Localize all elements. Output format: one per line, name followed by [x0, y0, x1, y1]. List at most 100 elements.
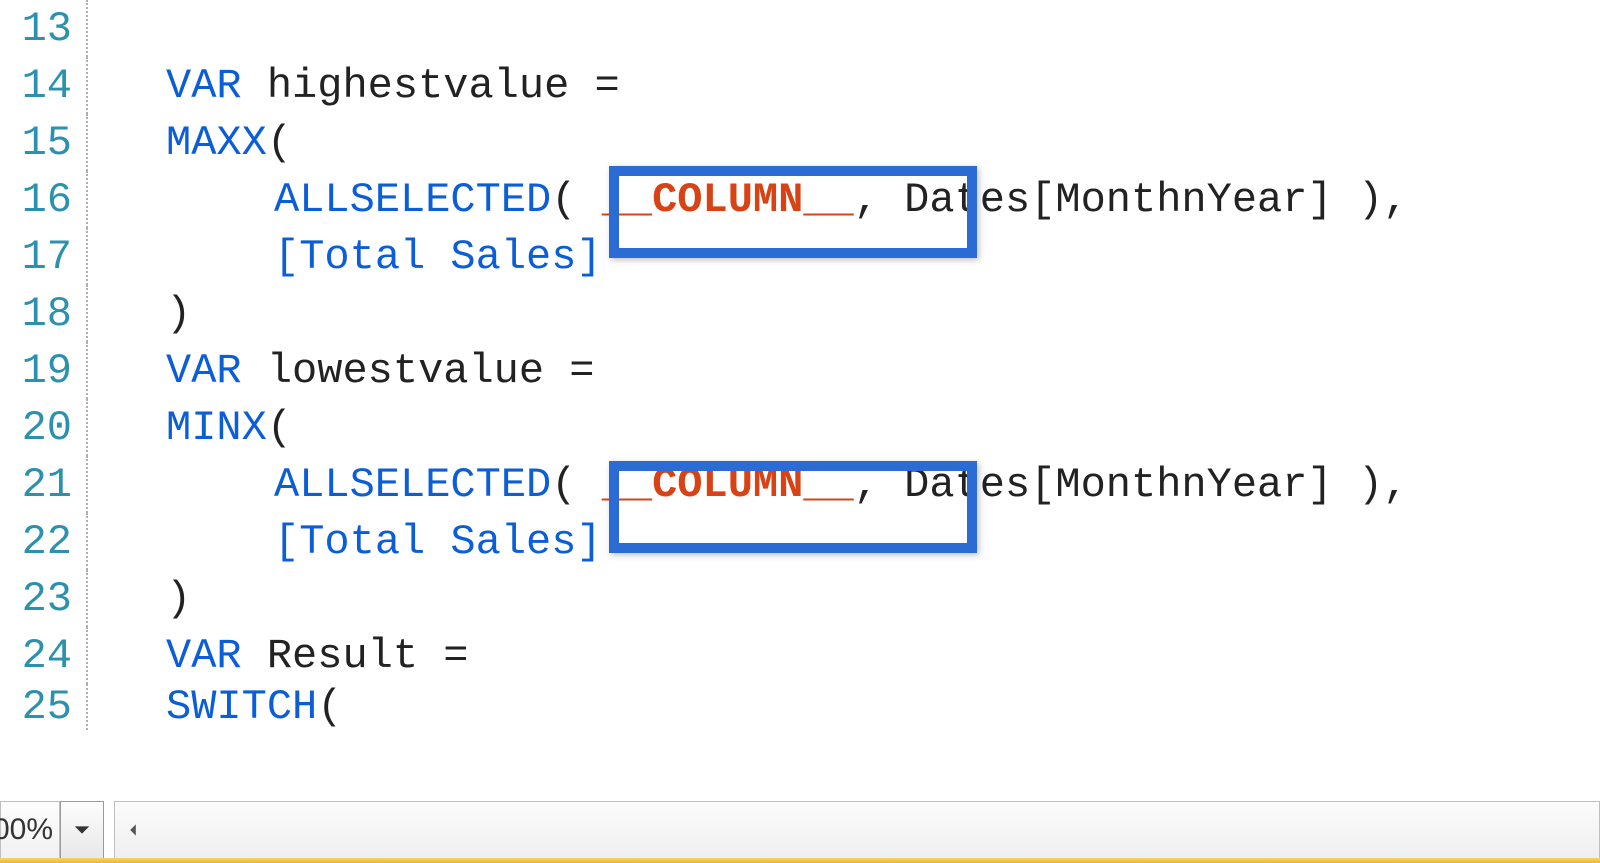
horizontal-scrollbar[interactable] — [114, 801, 1600, 859]
status-bar: 00% — [0, 801, 1600, 859]
line-number: 17 — [0, 233, 80, 281]
code-content[interactable]: ALLSELECTED( __COLUMN__, Dates[MonthnYea… — [94, 176, 1600, 224]
line-number: 18 — [0, 290, 80, 338]
space — [576, 461, 601, 509]
zoom-dropdown-button[interactable] — [60, 801, 104, 859]
gutter-separator — [80, 570, 88, 627]
gutter-separator — [80, 228, 88, 285]
template-parameter: __COLUMN__ — [602, 461, 854, 509]
column-ref: [MonthnYear] — [1030, 461, 1332, 509]
equals: = — [569, 62, 619, 110]
close-paren-comma: ), — [1333, 461, 1409, 509]
line-number: 21 — [0, 461, 80, 509]
line-number: 13 — [0, 5, 80, 53]
gutter-separator — [80, 171, 88, 228]
keyword-var: VAR — [166, 62, 242, 110]
paren-open: ( — [267, 404, 292, 452]
gutter-separator — [80, 0, 88, 57]
code-content[interactable]: SWITCH( — [94, 683, 1600, 731]
code-line[interactable]: 23 ) — [0, 570, 1600, 627]
code-line[interactable]: 16 ALLSELECTED( __COLUMN__, Dates[Monthn… — [0, 171, 1600, 228]
zoom-level[interactable]: 00% — [0, 801, 60, 859]
code-content[interactable]: [Total Sales] — [94, 233, 1600, 281]
line-number: 19 — [0, 347, 80, 395]
gutter-separator — [80, 342, 88, 399]
line-number: 24 — [0, 632, 80, 680]
column-ref: [MonthnYear] — [1030, 176, 1332, 224]
keyword-var: VAR — [166, 632, 242, 680]
code-content[interactable]: MINX( — [94, 404, 1600, 452]
function-allselected: ALLSELECTED — [274, 176, 551, 224]
code-content[interactable]: VAR lowestvalue = — [94, 347, 1600, 395]
code-content[interactable]: VAR Result = — [94, 632, 1600, 680]
line-number: 14 — [0, 62, 80, 110]
code-line[interactable]: 19 VAR lowestvalue = — [0, 342, 1600, 399]
gutter-separator — [80, 684, 88, 730]
gutter-separator — [80, 456, 88, 513]
code-line[interactable]: 21 ALLSELECTED( __COLUMN__, Dates[Monthn… — [0, 456, 1600, 513]
function-switch: SWITCH — [166, 683, 317, 731]
gutter-separator — [80, 627, 88, 684]
template-parameter: __COLUMN__ — [602, 176, 854, 224]
code-line[interactable]: 15 MAXX( — [0, 114, 1600, 171]
chevron-down-icon — [73, 821, 91, 839]
code-content[interactable]: ALLSELECTED( __COLUMN__, Dates[MonthnYea… — [94, 461, 1600, 509]
code-content[interactable]: [Total Sales] — [94, 518, 1600, 566]
paren-open: ( — [317, 683, 342, 731]
code-content[interactable]: ) — [94, 575, 1600, 623]
function-allselected: ALLSELECTED — [274, 461, 551, 509]
code-line[interactable]: 25 SWITCH( — [0, 684, 1600, 730]
paren-open: ( — [551, 176, 576, 224]
line-number: 22 — [0, 518, 80, 566]
scroll-left-arrow[interactable] — [115, 802, 151, 858]
code-line[interactable]: 13 — [0, 0, 1600, 57]
table-ref: Dates — [904, 176, 1030, 224]
identifier: Result — [267, 632, 418, 680]
measure-ref: [Total Sales] — [274, 518, 602, 566]
line-number: 16 — [0, 176, 80, 224]
space — [242, 632, 267, 680]
identifier: highestvalue — [267, 62, 569, 110]
code-line[interactable]: 22 [Total Sales] — [0, 513, 1600, 570]
accent-divider — [0, 858, 1600, 863]
equals: = — [544, 347, 594, 395]
function-maxx: MAXX — [166, 119, 267, 167]
code-content[interactable]: ) — [94, 290, 1600, 338]
code-area[interactable]: 13 14 VAR highestvalue = 15 MAXX( 16 ALL… — [0, 0, 1600, 793]
code-line[interactable]: 20 MINX( — [0, 399, 1600, 456]
triangle-left-icon — [126, 823, 140, 837]
space — [576, 176, 601, 224]
code-line[interactable]: 14 VAR highestvalue = — [0, 57, 1600, 114]
line-number: 20 — [0, 404, 80, 452]
code-content[interactable]: MAXX( — [94, 119, 1600, 167]
dax-editor: 13 14 VAR highestvalue = 15 MAXX( 16 ALL… — [0, 0, 1600, 863]
comma: , — [854, 176, 904, 224]
identifier: lowestvalue — [267, 347, 544, 395]
code-line[interactable]: 18 ) — [0, 285, 1600, 342]
line-number: 15 — [0, 119, 80, 167]
paren-open: ( — [267, 119, 292, 167]
equals: = — [418, 632, 468, 680]
gutter-separator — [80, 513, 88, 570]
paren-close: ) — [166, 575, 191, 623]
gutter-separator — [80, 57, 88, 114]
code-line[interactable]: 17 [Total Sales] — [0, 228, 1600, 285]
space — [242, 62, 267, 110]
paren-close: ) — [166, 290, 191, 338]
code-content[interactable]: VAR highestvalue = — [94, 62, 1600, 110]
code-line[interactable]: 24 VAR Result = — [0, 627, 1600, 684]
close-paren-comma: ), — [1333, 176, 1409, 224]
space — [242, 347, 267, 395]
gutter-separator — [80, 114, 88, 171]
keyword-var: VAR — [166, 347, 242, 395]
gutter-separator — [80, 285, 88, 342]
scroll-track[interactable] — [151, 802, 1599, 858]
comma: , — [854, 461, 904, 509]
measure-ref: [Total Sales] — [274, 233, 602, 281]
paren-open: ( — [551, 461, 576, 509]
table-ref: Dates — [904, 461, 1030, 509]
line-number: 25 — [0, 683, 80, 731]
function-minx: MINX — [166, 404, 267, 452]
gutter-separator — [80, 399, 88, 456]
line-number: 23 — [0, 575, 80, 623]
